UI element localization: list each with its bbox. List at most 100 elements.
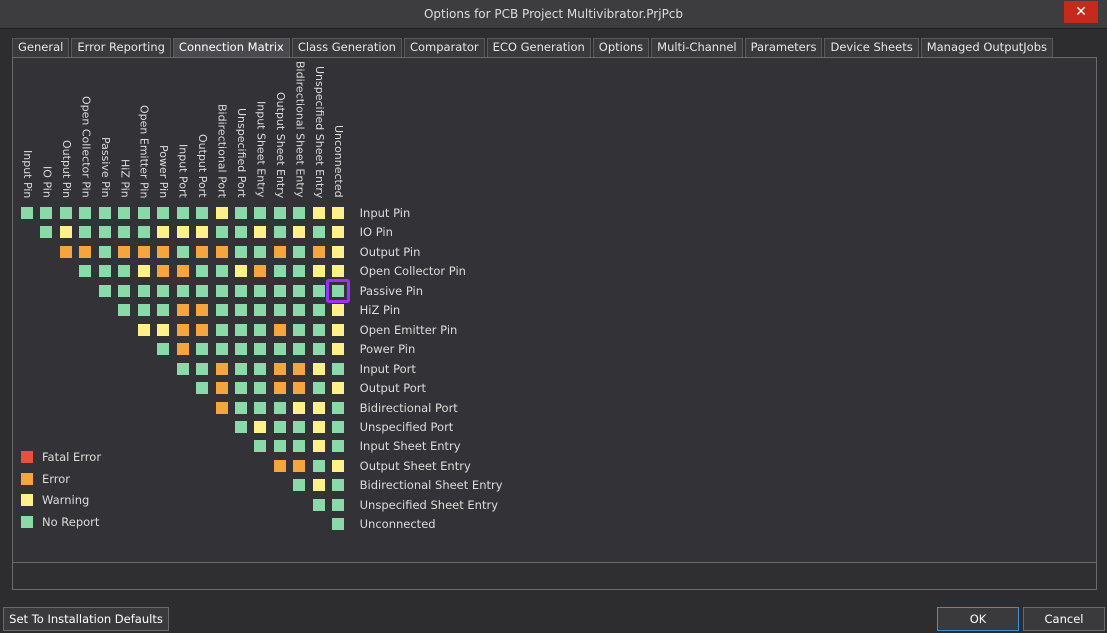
matrix-cell-output-pin-hiz-pin[interactable]: [118, 245, 131, 258]
set-to-installation-defaults-button[interactable]: Set To Installation Defaults: [3, 607, 169, 631]
tab-class-generation[interactable]: Class Generation: [291, 38, 402, 57]
matrix-cell-hiz-pin-bidirectional-sheet-entry[interactable]: [293, 304, 306, 317]
matrix-cell-io-pin-unspecified-sheet-entry[interactable]: [312, 226, 325, 239]
matrix-cell-unspecified-port-unconnected[interactable]: [332, 420, 345, 433]
matrix-cell-passive-pin-unspecified-port[interactable]: [234, 284, 247, 297]
matrix-cell-hiz-pin-output-port[interactable]: [196, 304, 209, 317]
matrix-cell-open-collector-pin-power-pin[interactable]: [157, 265, 170, 278]
matrix-cell-hiz-pin-unconnected[interactable]: [332, 304, 345, 317]
matrix-cell-open-collector-pin-unconnected[interactable]: [332, 265, 345, 278]
matrix-cell-open-emitter-pin-power-pin[interactable]: [157, 323, 170, 336]
ok-button[interactable]: OK: [937, 607, 1019, 631]
tab-connection-matrix[interactable]: Connection Matrix: [172, 38, 290, 58]
matrix-cell-input-port-unspecified-port[interactable]: [234, 362, 247, 375]
matrix-cell-unspecified-port-unspecified-port[interactable]: [234, 420, 247, 433]
matrix-cell-output-pin-unspecified-sheet-entry[interactable]: [312, 245, 325, 258]
matrix-cell-unspecified-sheet-entry-unconnected[interactable]: [332, 498, 345, 511]
matrix-cell-open-collector-pin-input-port[interactable]: [176, 265, 189, 278]
matrix-cell-open-collector-pin-bidirectional-port[interactable]: [215, 265, 228, 278]
matrix-cell-bidirectional-port-unconnected[interactable]: [332, 401, 345, 414]
matrix-cell-input-pin-bidirectional-sheet-entry[interactable]: [293, 207, 306, 219]
matrix-cell-hiz-pin-input-port[interactable]: [176, 304, 189, 317]
matrix-cell-hiz-pin-open-emitter-pin[interactable]: [137, 304, 150, 317]
matrix-cell-output-pin-bidirectional-sheet-entry[interactable]: [293, 245, 306, 258]
matrix-cell-output-pin-unspecified-port[interactable]: [234, 245, 247, 258]
matrix-cell-open-emitter-pin-unspecified-port[interactable]: [234, 323, 247, 336]
matrix-cell-hiz-pin-power-pin[interactable]: [157, 304, 170, 317]
matrix-cell-io-pin-bidirectional-port[interactable]: [215, 226, 228, 239]
matrix-cell-power-pin-output-port[interactable]: [196, 343, 209, 356]
matrix-cell-bidirectional-port-output-sheet-entry[interactable]: [273, 401, 286, 414]
matrix-cell-open-collector-pin-output-port[interactable]: [196, 265, 209, 278]
matrix-cell-input-pin-unspecified-port[interactable]: [234, 207, 247, 219]
matrix-cell-output-pin-open-emitter-pin[interactable]: [137, 245, 150, 258]
matrix-cell-bidirectional-port-input-sheet-entry[interactable]: [254, 401, 267, 414]
matrix-cell-input-pin-io-pin[interactable]: [40, 207, 53, 219]
matrix-cell-output-port-output-sheet-entry[interactable]: [273, 382, 286, 395]
matrix-cell-io-pin-output-pin[interactable]: [59, 226, 72, 239]
matrix-cell-io-pin-io-pin[interactable]: [40, 226, 53, 239]
matrix-cell-open-collector-pin-bidirectional-sheet-entry[interactable]: [293, 265, 306, 278]
matrix-cell-output-port-unspecified-sheet-entry[interactable]: [312, 382, 325, 395]
matrix-cell-passive-pin-passive-pin[interactable]: [98, 284, 111, 297]
matrix-cell-io-pin-hiz-pin[interactable]: [118, 226, 131, 239]
tab-comparator[interactable]: Comparator: [403, 38, 485, 57]
matrix-cell-output-pin-output-sheet-entry[interactable]: [273, 245, 286, 258]
matrix-cell-open-emitter-pin-input-sheet-entry[interactable]: [254, 323, 267, 336]
matrix-cell-output-sheet-entry-bidirectional-sheet-entry[interactable]: [293, 459, 306, 472]
matrix-cell-output-port-input-sheet-entry[interactable]: [254, 382, 267, 395]
matrix-cell-power-pin-bidirectional-port[interactable]: [215, 343, 228, 356]
matrix-cell-io-pin-output-sheet-entry[interactable]: [273, 226, 286, 239]
matrix-cell-input-sheet-entry-unspecified-sheet-entry[interactable]: [312, 440, 325, 453]
matrix-cell-power-pin-unspecified-port[interactable]: [234, 343, 247, 356]
matrix-cell-power-pin-unspecified-sheet-entry[interactable]: [312, 343, 325, 356]
matrix-cell-input-pin-open-collector-pin[interactable]: [79, 207, 92, 219]
matrix-cell-open-collector-pin-open-emitter-pin[interactable]: [137, 265, 150, 278]
matrix-cell-bidirectional-port-unspecified-port[interactable]: [234, 401, 247, 414]
matrix-cell-output-pin-output-pin[interactable]: [59, 245, 72, 258]
matrix-cell-open-emitter-pin-input-port[interactable]: [176, 323, 189, 336]
matrix-cell-input-port-output-sheet-entry[interactable]: [273, 362, 286, 375]
matrix-cell-power-pin-input-sheet-entry[interactable]: [254, 343, 267, 356]
matrix-cell-io-pin-input-sheet-entry[interactable]: [254, 226, 267, 239]
matrix-cell-passive-pin-output-port[interactable]: [196, 284, 209, 297]
matrix-cell-input-port-output-port[interactable]: [196, 362, 209, 375]
matrix-cell-open-emitter-pin-unconnected[interactable]: [332, 323, 345, 336]
matrix-cell-input-pin-output-port[interactable]: [196, 207, 209, 219]
matrix-cell-open-emitter-pin-bidirectional-sheet-entry[interactable]: [293, 323, 306, 336]
matrix-cell-passive-pin-hiz-pin[interactable]: [118, 284, 131, 297]
matrix-cell-power-pin-power-pin[interactable]: [157, 343, 170, 356]
matrix-cell-passive-pin-bidirectional-sheet-entry[interactable]: [293, 284, 306, 297]
matrix-cell-passive-pin-power-pin[interactable]: [157, 284, 170, 297]
matrix-cell-open-collector-pin-hiz-pin[interactable]: [118, 265, 131, 278]
matrix-cell-open-collector-pin-open-collector-pin[interactable]: [79, 265, 92, 278]
tab-eco-generation[interactable]: ECO Generation: [486, 38, 591, 57]
matrix-cell-bidirectional-port-unspecified-sheet-entry[interactable]: [312, 401, 325, 414]
matrix-cell-bidirectional-port-bidirectional-port[interactable]: [215, 401, 228, 414]
matrix-cell-output-pin-passive-pin[interactable]: [98, 245, 111, 258]
matrix-cell-io-pin-input-port[interactable]: [176, 226, 189, 239]
matrix-cell-open-collector-pin-input-sheet-entry[interactable]: [254, 265, 267, 278]
matrix-cell-open-emitter-pin-output-port[interactable]: [196, 323, 209, 336]
matrix-cell-power-pin-bidirectional-sheet-entry[interactable]: [293, 343, 306, 356]
matrix-cell-output-pin-input-sheet-entry[interactable]: [254, 245, 267, 258]
matrix-cell-hiz-pin-output-sheet-entry[interactable]: [273, 304, 286, 317]
matrix-cell-output-pin-power-pin[interactable]: [157, 245, 170, 258]
close-icon[interactable]: ✕: [1064, 1, 1098, 23]
matrix-cell-open-emitter-pin-open-emitter-pin[interactable]: [137, 323, 150, 336]
matrix-cell-io-pin-output-port[interactable]: [196, 226, 209, 239]
matrix-cell-input-pin-passive-pin[interactable]: [98, 207, 111, 219]
matrix-cell-input-pin-unconnected[interactable]: [332, 207, 345, 219]
matrix-cell-open-collector-pin-unspecified-sheet-entry[interactable]: [312, 265, 325, 278]
matrix-cell-hiz-pin-input-sheet-entry[interactable]: [254, 304, 267, 317]
matrix-cell-bidirectional-port-bidirectional-sheet-entry[interactable]: [293, 401, 306, 414]
matrix-cell-output-pin-bidirectional-port[interactable]: [215, 245, 228, 258]
matrix-cell-input-port-input-port[interactable]: [176, 362, 189, 375]
matrix-cell-output-pin-output-port[interactable]: [196, 245, 209, 258]
matrix-cell-io-pin-power-pin[interactable]: [157, 226, 170, 239]
matrix-cell-bidirectional-sheet-entry-unspecified-sheet-entry[interactable]: [312, 479, 325, 492]
matrix-cell-open-emitter-pin-unspecified-sheet-entry[interactable]: [312, 323, 325, 336]
matrix-cell-input-pin-power-pin[interactable]: [157, 207, 170, 219]
matrix-cell-input-pin-input-sheet-entry[interactable]: [254, 207, 267, 219]
matrix-cell-passive-pin-output-sheet-entry[interactable]: [273, 284, 286, 297]
